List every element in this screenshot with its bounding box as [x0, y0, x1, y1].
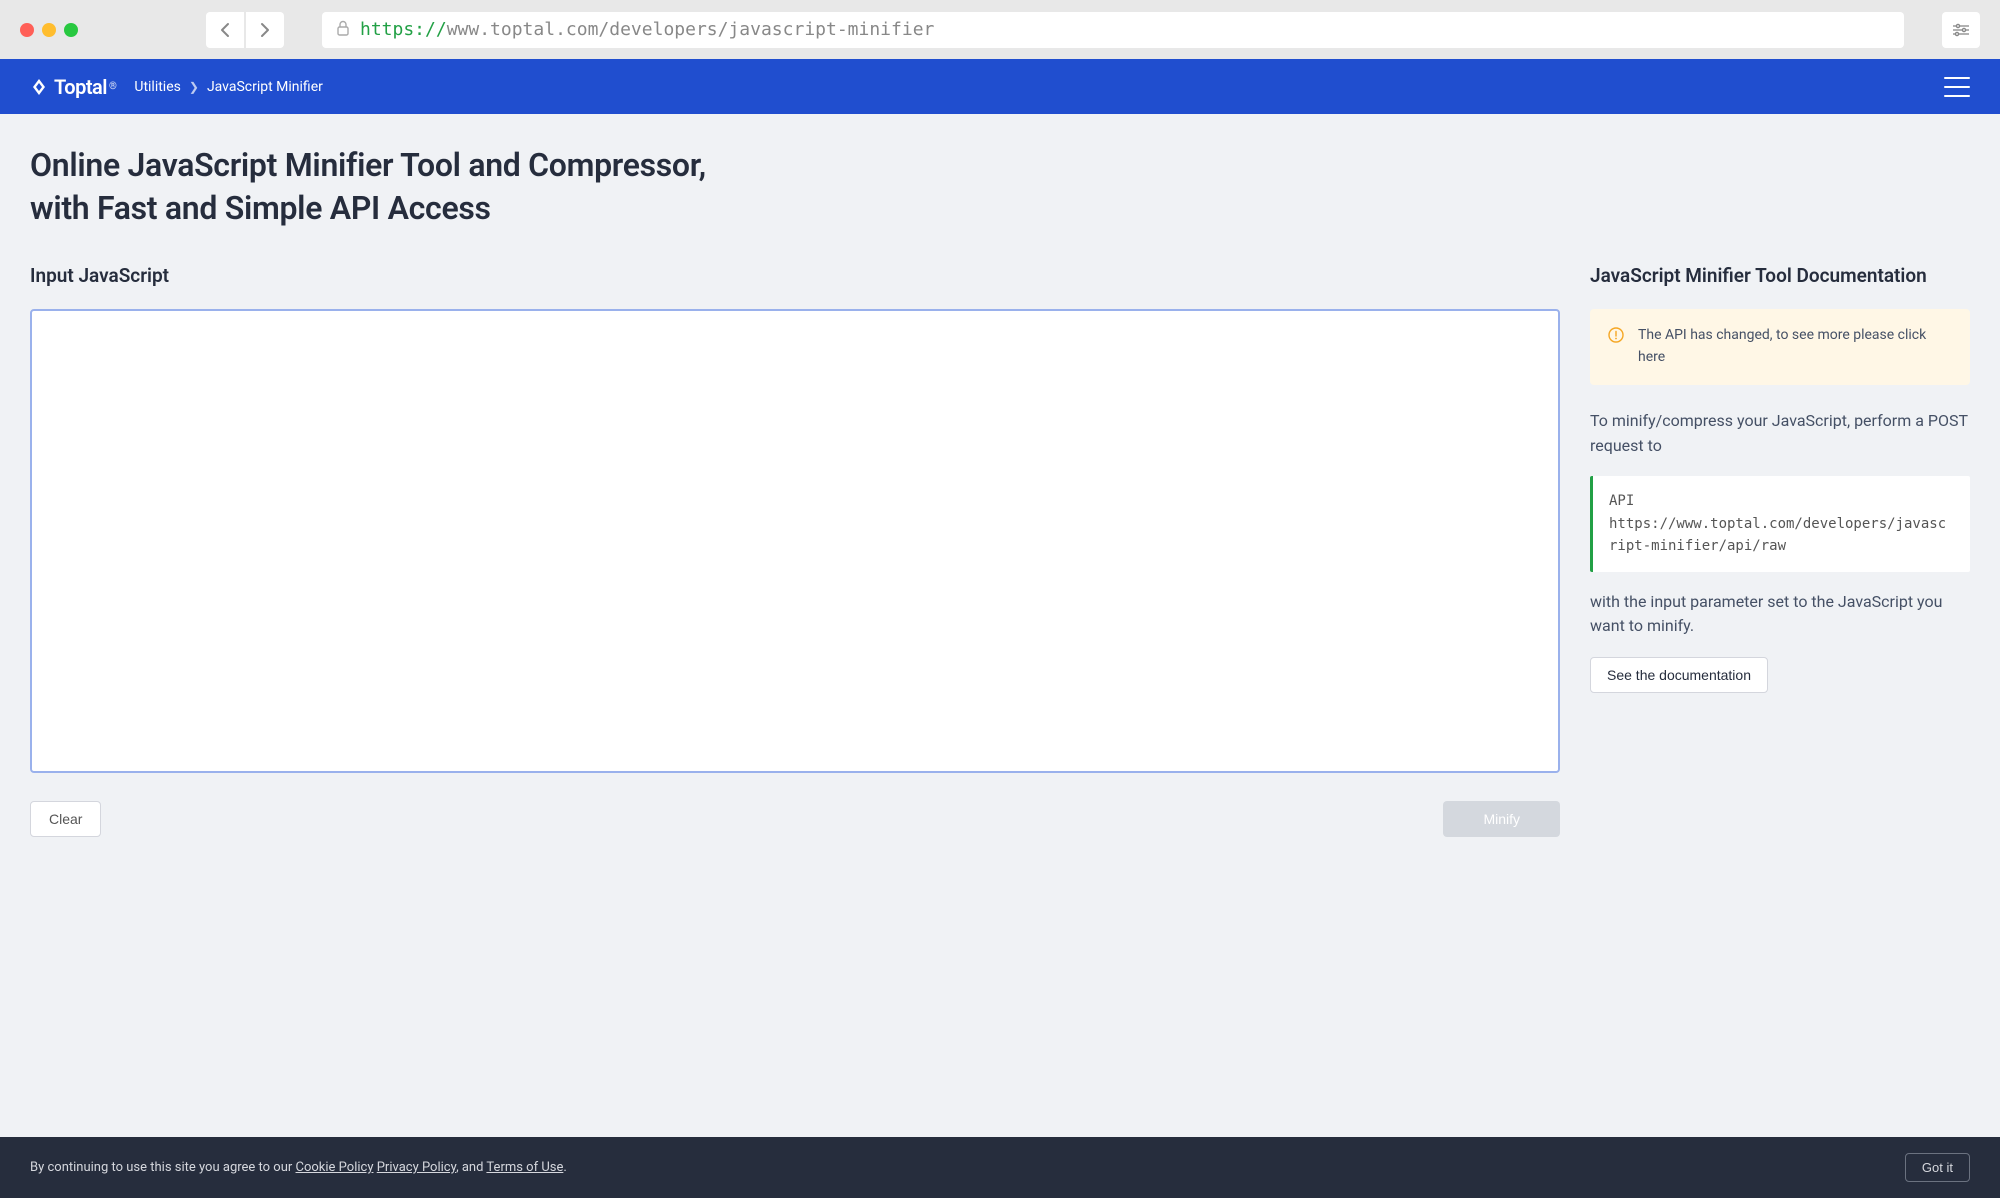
page-title: Online JavaScript Minifier Tool and Comp…: [30, 144, 730, 230]
sliders-icon: [1952, 23, 1970, 37]
cookie-accept-button[interactable]: Got it: [1905, 1153, 1970, 1182]
warning-icon: [1608, 327, 1624, 368]
cookie-policy-link[interactable]: Cookie Policy: [296, 1160, 374, 1175]
chevron-right-icon: [260, 22, 270, 38]
window-close-icon[interactable]: [20, 23, 34, 37]
privacy-policy-link[interactable]: Privacy Policy: [377, 1160, 456, 1175]
url-text: https://www.toptal.com/developers/javasc…: [360, 19, 934, 40]
forward-button[interactable]: [246, 12, 284, 48]
page-content: Online JavaScript Minifier Tool and Comp…: [0, 114, 2000, 837]
toptal-logo-icon: [30, 77, 48, 97]
window-minimize-icon[interactable]: [42, 23, 56, 37]
input-label: Input JavaScript: [30, 264, 1560, 287]
chevron-right-icon: ❯: [189, 80, 199, 94]
menu-button[interactable]: [1944, 77, 1970, 97]
cookie-text: By continuing to use this site you agree…: [30, 1160, 567, 1175]
tool-buttons: Clear Minify: [30, 801, 1560, 837]
content-row: Input JavaScript Clear Minify JavaScript…: [30, 264, 1970, 837]
nav-buttons: [206, 12, 284, 48]
javascript-input[interactable]: [30, 309, 1560, 773]
doc-heading: JavaScript Minifier Tool Documentation: [1590, 264, 1970, 287]
terms-of-use-link[interactable]: Terms of Use: [486, 1160, 563, 1175]
breadcrumb-parent[interactable]: Utilities: [134, 79, 181, 95]
minify-button[interactable]: Minify: [1443, 801, 1560, 837]
chevron-left-icon: [220, 22, 230, 38]
api-endpoint-code: API https://www.toptal.com/developers/ja…: [1590, 476, 1970, 571]
code-url: https://www.toptal.com/developers/javasc…: [1609, 513, 1954, 558]
lock-icon: [336, 20, 350, 40]
settings-button[interactable]: [1942, 12, 1980, 48]
code-label: API: [1609, 490, 1954, 512]
window-maximize-icon[interactable]: [64, 23, 78, 37]
back-button[interactable]: [206, 12, 244, 48]
brand-logo[interactable]: Toptal®: [30, 75, 116, 99]
brand-name: Toptal: [54, 75, 107, 99]
url-bar[interactable]: https://www.toptal.com/developers/javasc…: [322, 12, 1904, 48]
doc-paragraph-1: To minify/compress your JavaScript, perf…: [1590, 409, 1970, 459]
api-change-notice: The API has changed, to see more please …: [1590, 309, 1970, 384]
browser-chrome: https://www.toptal.com/developers/javasc…: [0, 0, 2000, 59]
clear-button[interactable]: Clear: [30, 801, 101, 837]
input-column: Input JavaScript Clear Minify: [30, 264, 1560, 837]
breadcrumb-current: JavaScript Minifier: [207, 79, 323, 95]
cookie-consent-bar: By continuing to use this site you agree…: [0, 1137, 2000, 1198]
documentation-column: JavaScript Minifier Tool Documentation T…: [1590, 264, 1970, 837]
site-header: Toptal® Utilities ❯ JavaScript Minifier: [0, 59, 2000, 114]
breadcrumb: Utilities ❯ JavaScript Minifier: [134, 79, 323, 95]
notice-text[interactable]: The API has changed, to see more please …: [1638, 325, 1952, 368]
doc-paragraph-2: with the input parameter set to the Java…: [1590, 590, 1970, 640]
traffic-lights: [20, 23, 78, 37]
see-documentation-button[interactable]: See the documentation: [1590, 657, 1768, 693]
